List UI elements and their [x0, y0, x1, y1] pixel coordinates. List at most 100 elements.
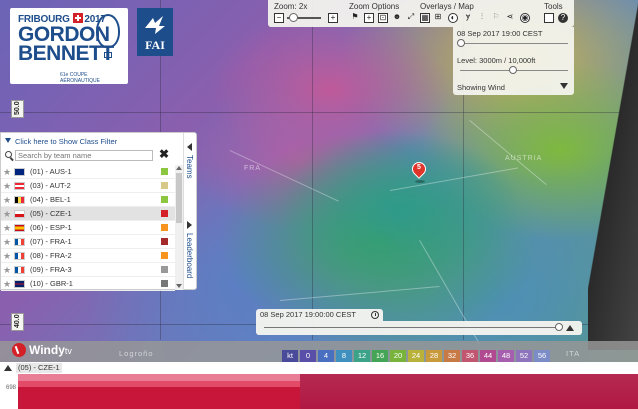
altitude-timeline: (05) - CZE-1 698	[0, 362, 638, 409]
team-row[interactable]: ★ (04) - BEL-1	[1, 193, 175, 207]
team-color-swatch	[161, 266, 168, 273]
time-slider-knob[interactable]	[457, 39, 465, 47]
latitude-label: 50.0	[11, 100, 24, 118]
timebar-date: 08 Sep 2017 19:00:00 CEST	[256, 309, 383, 321]
chevron-down-icon[interactable]	[560, 83, 568, 89]
time-slider[interactable]	[460, 43, 568, 44]
scroll-down-icon[interactable]	[176, 284, 182, 288]
layers-icon[interactable]: ▦	[420, 13, 430, 23]
expand-icon[interactable]: ⤢	[406, 13, 416, 23]
favorite-star-icon[interactable]: ★	[3, 235, 11, 249]
overlays-label: Overlays / Map	[420, 2, 474, 11]
team-row[interactable]: ★ (06) - ESP-1	[1, 221, 175, 235]
chart-icon[interactable]: ⫶	[477, 13, 487, 23]
timebar-track[interactable]	[264, 327, 562, 328]
legend-value: 16	[372, 350, 388, 362]
team-row[interactable]: ★ (08) - FRA-2	[1, 249, 175, 263]
legend-value: 48	[498, 350, 514, 362]
scroll-up-icon[interactable]	[176, 166, 182, 170]
team-color-swatch	[161, 224, 168, 231]
favorite-star-icon[interactable]: ★	[3, 207, 11, 221]
logo-subtitle: 61e COUPE AÉRONAUTIQUE	[60, 72, 101, 84]
legend-value: 44	[480, 350, 496, 362]
group-icon[interactable]: ☻	[392, 13, 402, 23]
level-slider-knob[interactable]	[509, 66, 517, 74]
place-label: AUSTRIA	[505, 155, 543, 162]
flag-icon	[14, 238, 25, 246]
chevron-right-icon	[187, 221, 192, 229]
legend-value: 0	[300, 350, 316, 362]
tab-teams[interactable]: Teams	[184, 143, 198, 193]
team-row[interactable]: ★ (05) - CZE-1	[1, 207, 175, 221]
wind-barb-icon[interactable]: ɏ	[463, 13, 473, 23]
timeline-tick-label: 698	[6, 385, 17, 391]
grid-line	[0, 112, 638, 113]
team-name: (01) - AUS-1	[30, 167, 72, 176]
zoom-plus-icon[interactable]: +	[364, 13, 374, 23]
team-color-swatch	[161, 182, 168, 189]
legend-value: 32	[444, 350, 460, 362]
place-label: Logroño	[119, 349, 154, 358]
team-search-input[interactable]	[15, 150, 153, 161]
checkbox-icon[interactable]	[544, 13, 554, 23]
favorite-star-icon[interactable]: ★	[3, 277, 11, 291]
legend-value: 12	[354, 350, 370, 362]
favorite-star-icon[interactable]: ★	[3, 179, 11, 193]
team-row[interactable]: ★ (01) - AUS-1	[1, 165, 175, 179]
timebar-thumb[interactable]	[555, 323, 564, 331]
tab-leaderboard[interactable]: Leaderboard	[184, 221, 198, 287]
timeline-band	[300, 374, 638, 409]
scrollbar-thumb[interactable]	[176, 173, 182, 223]
latitude-value: 40.0	[14, 314, 21, 328]
balloon-icon	[96, 14, 120, 48]
clock-icon[interactable]	[371, 311, 379, 319]
tools-label: Tools	[544, 2, 563, 11]
chevron-up-icon[interactable]	[566, 325, 574, 331]
fribourg-gordon-bennett-logo: FRIBOURG 2017 GORDON BENNETT 61e COUPE AÉ…	[10, 8, 128, 84]
zoom-slider-knob[interactable]	[288, 13, 298, 22]
team-color-swatch	[161, 238, 168, 245]
favorite-star-icon[interactable]: ★	[3, 193, 11, 207]
country-border	[469, 120, 547, 186]
favorite-star-icon[interactable]: ★	[3, 221, 11, 235]
legend-value: 56	[534, 350, 550, 362]
grid-icon[interactable]: ⊞	[433, 13, 443, 23]
team-name: (10) - GBR-1	[30, 279, 73, 288]
flag-icon[interactable]: ⚐	[491, 13, 501, 23]
timeline-toggle-icon[interactable]	[4, 365, 12, 371]
clear-search-button[interactable]: ✖	[158, 148, 170, 160]
timebar	[256, 321, 582, 335]
windy-name: Windy	[29, 343, 65, 357]
team-name: (05) - CZE-1	[30, 209, 72, 218]
globe-icon[interactable]: ◉	[520, 13, 530, 23]
legend-unit[interactable]: kt	[282, 350, 298, 362]
help-icon[interactable]: ?	[558, 13, 568, 23]
contrast-icon[interactable]: ◐	[448, 13, 458, 23]
chevron-down-icon	[5, 138, 11, 143]
team-row[interactable]: ★ (03) - AUT-2	[1, 179, 175, 193]
windy-logo[interactable]: Windytv	[12, 343, 72, 359]
panel-tabs: Teams Leaderboard	[183, 133, 197, 290]
timeline-team-label: (05) - CZE-1	[16, 363, 62, 373]
favorite-star-icon[interactable]: ★	[3, 249, 11, 263]
zoom-fit-icon[interactable]: ⊡	[378, 13, 388, 23]
team-color-swatch	[161, 168, 168, 175]
balloon-basket-icon	[104, 52, 112, 58]
favorite-star-icon[interactable]: ★	[3, 165, 11, 179]
team-name: (07) - FRA-1	[30, 237, 72, 246]
team-row[interactable]: ★ (10) - GBR-1	[1, 277, 175, 291]
flags-icon[interactable]: ⚑	[350, 13, 360, 23]
team-list-scrollbar[interactable]	[175, 165, 183, 290]
place-label: ITA	[566, 349, 581, 358]
overlay-select[interactable]: Showing Wind	[457, 83, 505, 92]
team-row[interactable]: ★ (09) - FRA-3	[1, 263, 175, 277]
class-filter-toggle[interactable]: Click here to Show Class Filter	[5, 137, 117, 146]
balloon-position-marker[interactable]: 5	[409, 159, 429, 183]
team-row[interactable]: ★ (07) - FRA-1	[1, 235, 175, 249]
team-name: (09) - FRA-3	[30, 265, 72, 274]
share-icon[interactable]: ⋖	[505, 13, 515, 23]
zoom-out-button[interactable]: −	[274, 13, 284, 23]
team-color-swatch	[161, 196, 168, 203]
favorite-star-icon[interactable]: ★	[3, 263, 11, 277]
zoom-in-button[interactable]: +	[328, 13, 338, 23]
